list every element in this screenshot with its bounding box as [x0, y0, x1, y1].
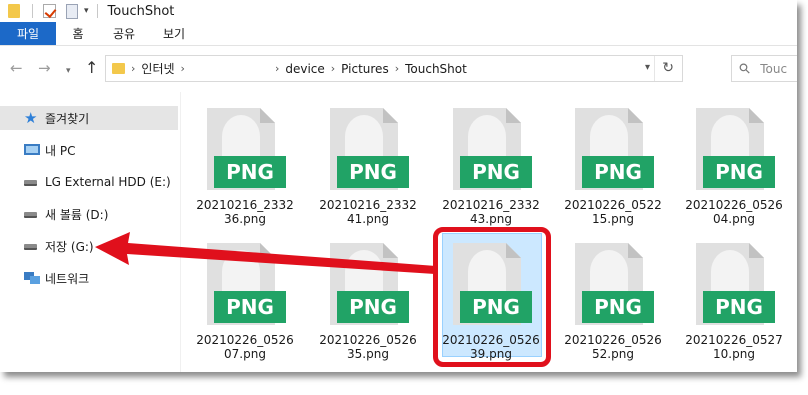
file-name: 20210226_0526 07.png: [196, 333, 294, 361]
drive-icon: [24, 180, 37, 186]
network-icon: [24, 272, 40, 284]
file-item[interactable]: PNG 20210226_0526 04.png: [677, 98, 791, 226]
toolbar-divider: [32, 4, 33, 18]
chevron-down-icon[interactable]: ▾: [84, 6, 89, 16]
tab-share[interactable]: 공유: [102, 22, 146, 45]
png-badge: PNG: [337, 156, 409, 188]
up-arrow-icon[interactable]: ↑: [85, 60, 98, 76]
recent-locations-icon[interactable]: ▾: [66, 63, 71, 79]
sidebar-item-label: 새 볼륨 (D:): [45, 207, 109, 222]
sidebar-item-this-pc[interactable]: 내 PC: [0, 138, 178, 162]
sidebar-item-label: 즐겨찾기: [45, 111, 90, 126]
sidebar-item-drive-d[interactable]: 새 볼륨 (D:): [0, 202, 178, 226]
png-badge: PNG: [337, 291, 409, 323]
title-bar: ▾ TouchShot: [0, 0, 797, 22]
tab-file[interactable]: 파일: [0, 22, 56, 45]
sidebar-item-drive-g[interactable]: 저장 (G:): [0, 234, 178, 258]
chevron-right-icon[interactable]: ›: [275, 62, 279, 75]
explorer-window: ▾ TouchShot 파일 홈 공유 보기 ← → ▾ ↑ › 인터넷 › ›…: [0, 0, 797, 372]
file-name: 20210226_0526 04.png: [685, 198, 783, 226]
sidebar-item-favorites[interactable]: ★ 즐겨찾기: [0, 106, 178, 130]
file-item[interactable]: PNG 20210226_0527 10.png: [677, 233, 791, 361]
tab-home[interactable]: 홈: [58, 22, 98, 45]
search-placeholder: Touc: [760, 61, 788, 76]
sidebar-item-drive-e[interactable]: LG External HDD (E:): [0, 170, 178, 194]
file-item[interactable]: PNG 20210216_2332 41.png: [311, 98, 425, 226]
new-folder-icon[interactable]: [66, 3, 78, 19]
tab-view[interactable]: 보기: [152, 22, 196, 45]
pc-icon: [24, 144, 40, 155]
png-badge: PNG: [703, 291, 775, 323]
sidebar-item-label: 저장 (G:): [45, 239, 94, 254]
address-bar[interactable]: › 인터넷 › › device › Pictures › TouchShot …: [105, 55, 683, 82]
sidebar-item-label: LG External HDD (E:): [45, 175, 171, 189]
search-input[interactable]: ⚲ Touc: [731, 55, 797, 82]
breadcrumb-internet[interactable]: 인터넷: [141, 60, 174, 77]
star-icon: ★: [24, 109, 38, 127]
sidebar-item-label: 내 PC: [45, 143, 76, 158]
file-name: 20210226_0526 52.png: [564, 333, 662, 361]
folder-icon: [112, 63, 125, 74]
file-item[interactable]: PNG 20210226_0526 52.png: [556, 233, 670, 361]
chevron-right-icon[interactable]: ›: [181, 62, 185, 75]
chevron-right-icon[interactable]: ›: [395, 62, 399, 75]
file-name: 20210216_2332 41.png: [319, 198, 417, 226]
file-name: 20210216_2332 36.png: [196, 198, 294, 226]
file-item[interactable]: PNG 20210226_0522 15.png: [556, 98, 670, 226]
navigation-pane: ★ 즐겨찾기 내 PC LG External HDD (E:) 새 볼륨 (D…: [0, 92, 180, 372]
window-title: TouchShot: [107, 3, 175, 19]
toolbar-divider: [96, 4, 98, 18]
highlight-box: [433, 227, 551, 367]
chevron-down-icon[interactable]: ▾: [645, 62, 650, 73]
breadcrumb-device[interactable]: device: [285, 62, 324, 76]
png-badge: PNG: [582, 156, 654, 188]
navigation-bar: ← → ▾ ↑ › 인터넷 › › device › Pictures › To…: [0, 46, 797, 92]
breadcrumb-touchshot[interactable]: TouchShot: [405, 62, 467, 76]
search-icon: ⚲: [735, 59, 755, 78]
png-badge: PNG: [703, 156, 775, 188]
png-badge: PNG: [460, 156, 532, 188]
drive-icon: [24, 212, 37, 218]
file-item[interactable]: PNG 20210226_0526 35.png: [311, 233, 425, 361]
file-name: 20210216_2332 43.png: [442, 198, 540, 226]
file-name: 20210226_0527 10.png: [685, 333, 783, 361]
png-badge: PNG: [214, 156, 286, 188]
refresh-icon[interactable]: ↻: [662, 60, 674, 76]
sidebar-item-label: 네트워크: [45, 271, 90, 286]
forward-arrow-icon[interactable]: →: [38, 60, 51, 76]
file-item[interactable]: PNG 20210216_2332 43.png: [434, 98, 548, 226]
file-item[interactable]: PNG 20210216_2332 36.png: [188, 98, 302, 226]
file-name: 20210226_0522 15.png: [564, 198, 662, 226]
sidebar-item-network[interactable]: 네트워크: [0, 266, 178, 290]
drive-icon: [24, 244, 37, 250]
chevron-right-icon[interactable]: ›: [131, 62, 135, 75]
folder-icon: [8, 4, 20, 18]
ribbon-tabs: 파일 홈 공유 보기: [0, 22, 797, 46]
breadcrumb-pictures[interactable]: Pictures: [341, 62, 389, 76]
file-item[interactable]: PNG 20210226_0526 07.png: [188, 233, 302, 361]
properties-icon[interactable]: [43, 4, 56, 18]
back-arrow-icon[interactable]: ←: [10, 60, 23, 76]
file-name: 20210226_0526 35.png: [319, 333, 417, 361]
png-badge: PNG: [582, 291, 654, 323]
chevron-right-icon[interactable]: ›: [331, 62, 335, 75]
png-badge: PNG: [214, 291, 286, 323]
